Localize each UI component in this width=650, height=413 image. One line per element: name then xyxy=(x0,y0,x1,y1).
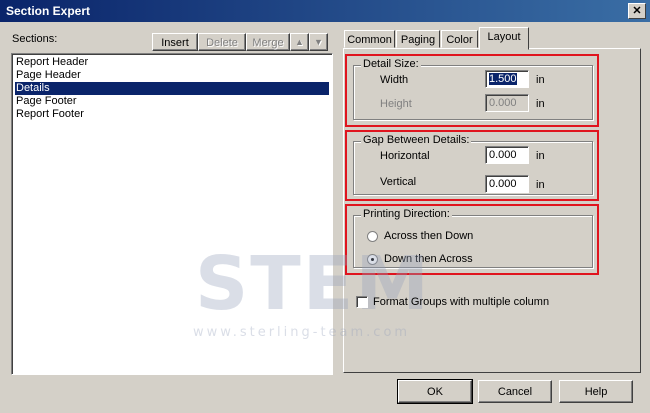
list-item[interactable]: Page Header xyxy=(15,69,329,82)
height-input[interactable]: 0.000 xyxy=(485,94,529,112)
move-up-button[interactable]: ▲ xyxy=(290,33,309,51)
cancel-button[interactable]: Cancel xyxy=(478,380,552,403)
tab-layout[interactable]: Layout xyxy=(479,27,529,50)
list-item[interactable]: Details xyxy=(15,82,329,95)
list-item[interactable]: Report Footer xyxy=(15,108,329,121)
gap-legend: Gap Between Details: xyxy=(361,134,472,146)
printing-direction-legend: Printing Direction: xyxy=(361,208,452,220)
horizontal-label: Horizontal xyxy=(380,150,430,162)
insert-button[interactable]: Insert xyxy=(152,33,198,51)
sections-label: Sections: xyxy=(12,33,58,45)
list-item[interactable]: Report Header xyxy=(15,56,329,69)
format-groups-checkbox[interactable] xyxy=(356,296,368,308)
merge-button[interactable]: Merge xyxy=(246,33,290,51)
close-button[interactable]: ✕ xyxy=(628,3,646,19)
title-bar xyxy=(0,0,650,22)
height-unit: in xyxy=(536,98,545,110)
vertical-unit: in xyxy=(536,179,545,191)
height-label: Height xyxy=(380,98,412,110)
tab-color[interactable]: Color xyxy=(441,30,478,48)
arrow-down-icon: ▼ xyxy=(314,37,323,47)
list-item[interactable]: Page Footer xyxy=(15,95,329,108)
width-label: Width xyxy=(380,74,409,86)
detail-size-legend: Detail Size: xyxy=(361,58,421,70)
horizontal-unit: in xyxy=(536,150,545,162)
width-unit: in xyxy=(536,74,545,86)
arrow-up-icon: ▲ xyxy=(295,37,304,47)
watermark-logo: STEM xyxy=(195,241,431,327)
ok-button[interactable]: OK xyxy=(397,379,473,404)
help-button[interactable]: Help xyxy=(559,380,633,403)
vertical-label: Vertical xyxy=(380,176,417,188)
width-value: 1.500 xyxy=(489,73,517,85)
vertical-input[interactable]: 0.000 xyxy=(485,175,529,193)
window-title: Section Expert xyxy=(6,4,91,18)
format-groups-label[interactable]: Format Groups with multiple column xyxy=(373,296,549,308)
tab-paging[interactable]: Paging xyxy=(396,30,440,48)
move-down-button[interactable]: ▼ xyxy=(309,33,328,51)
horizontal-input[interactable]: 0.000 xyxy=(485,146,529,164)
tab-common[interactable]: Common xyxy=(344,30,395,48)
watermark-url: www.sterling-team.com xyxy=(193,325,411,340)
width-input[interactable]: 1.500 xyxy=(485,70,529,88)
delete-button[interactable]: Delete xyxy=(198,33,246,51)
